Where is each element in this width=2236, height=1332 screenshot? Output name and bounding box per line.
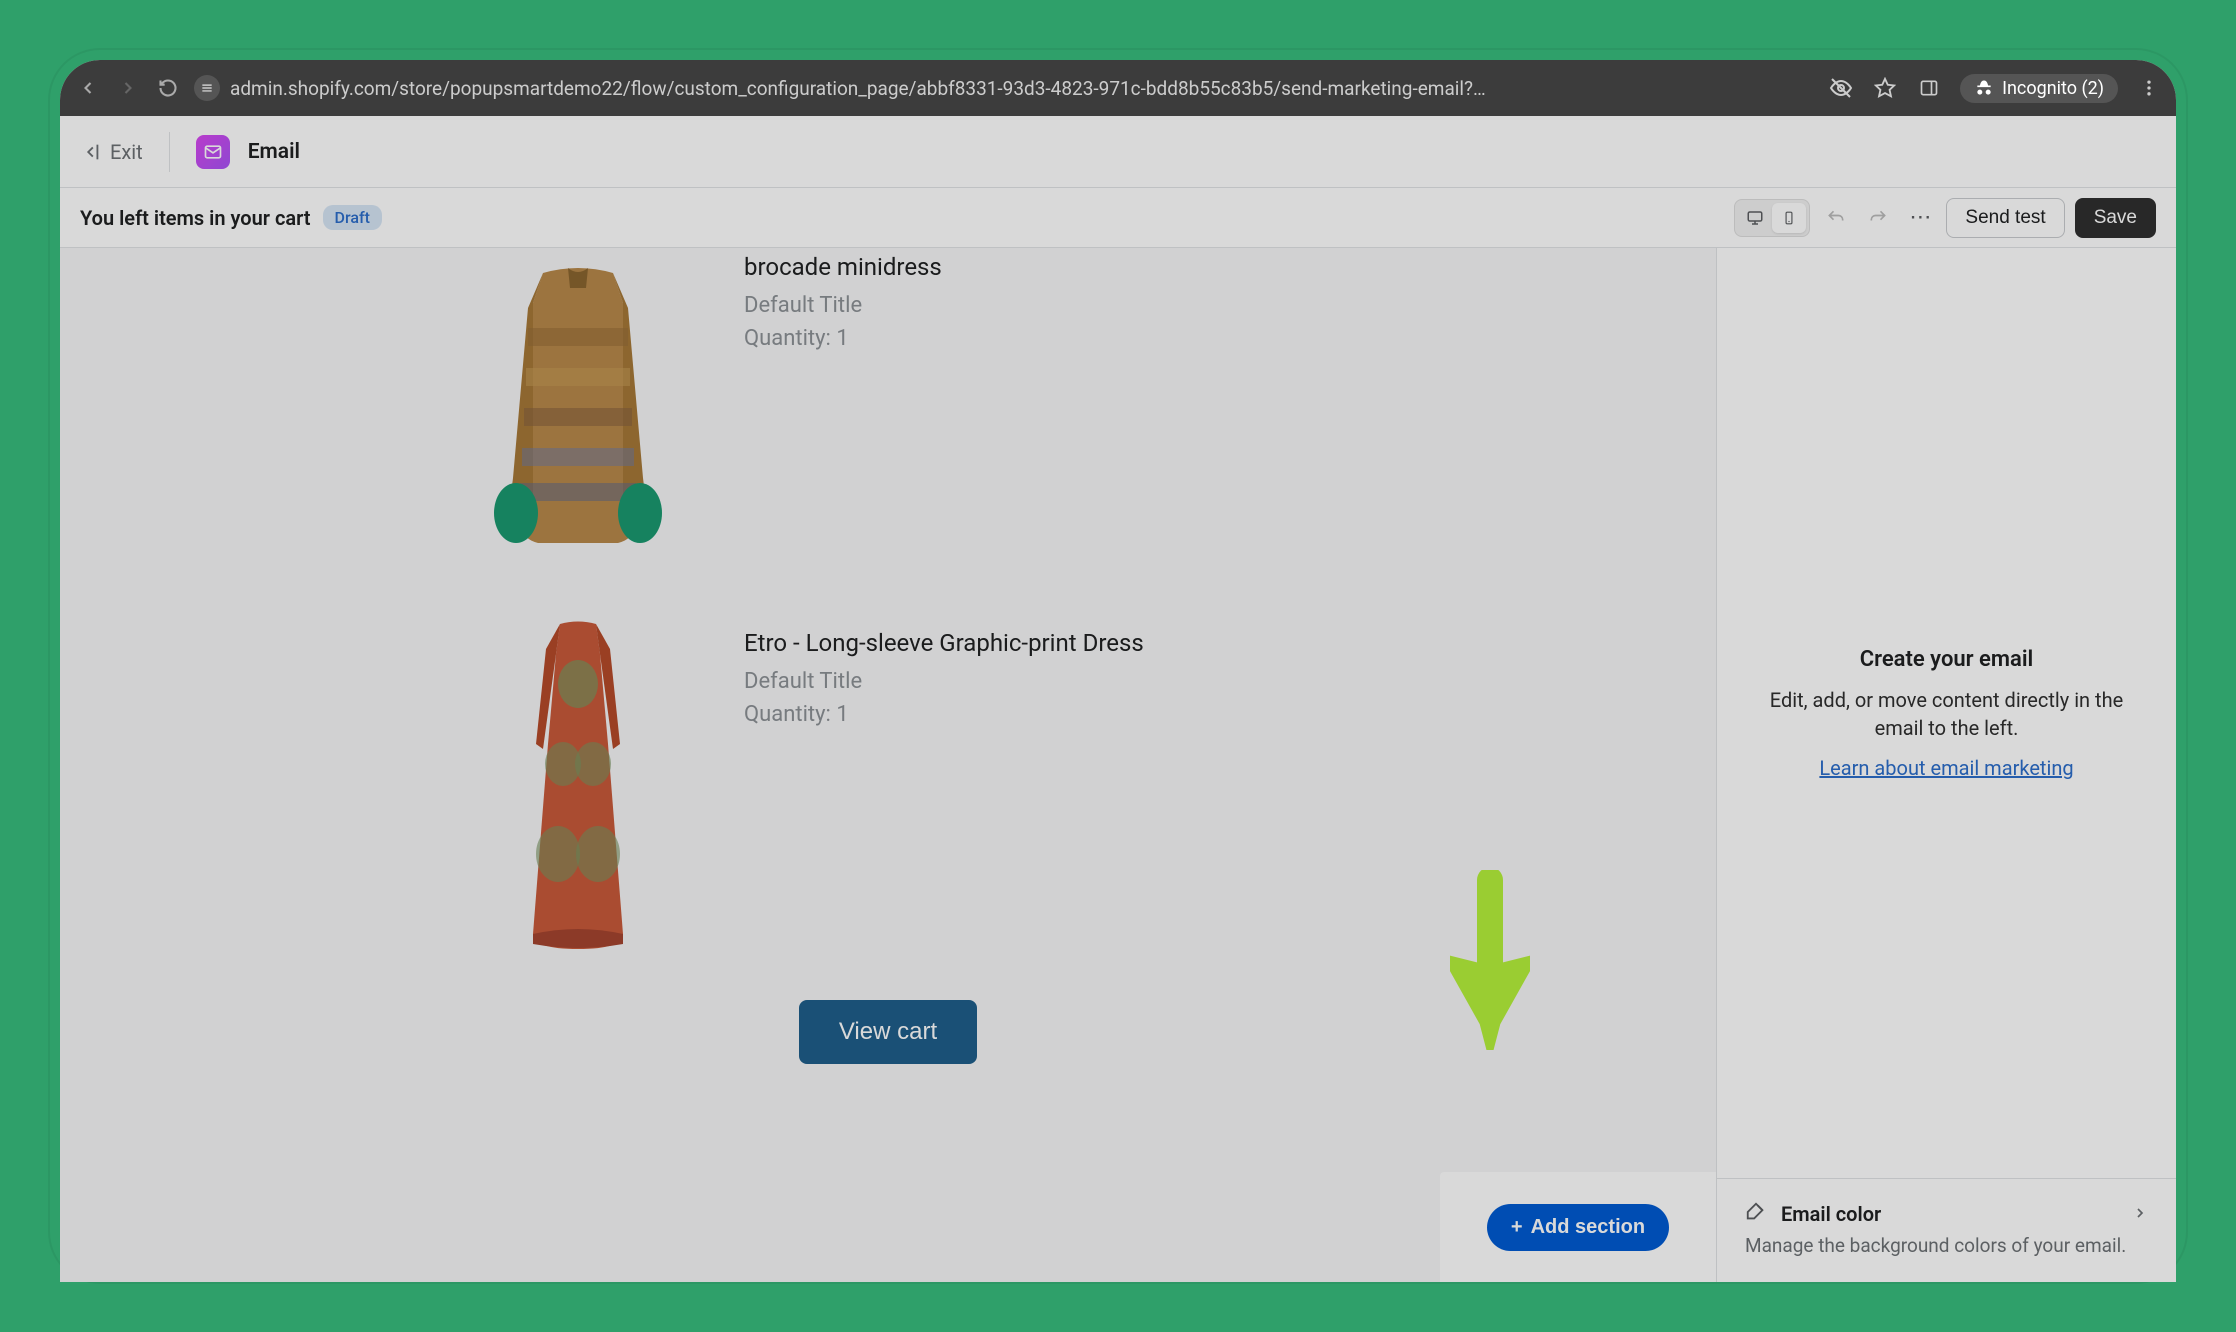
status-badge: Draft <box>323 205 382 230</box>
eye-off-icon[interactable] <box>1828 75 1854 101</box>
forward-button[interactable] <box>114 74 142 102</box>
add-section-label: Add section <box>1531 1216 1645 1239</box>
product-quantity: Quantity: 1 <box>744 698 1328 731</box>
undo-button[interactable] <box>1820 202 1852 234</box>
add-section-panel: + Add section <box>1440 1172 1716 1282</box>
product-row: brocade minidress Default Title Quantity… <box>448 248 1328 568</box>
footer-row: Email color <box>1745 1201 2148 1227</box>
side-panel: Create your email Edit, add, or move con… <box>1716 248 2176 1282</box>
product-info: Etro - Long-sleeve Graphic-print Dress D… <box>744 624 1328 731</box>
toolbar-right: Incognito (2) <box>1828 74 2162 103</box>
browser-window: admin.shopify.com/store/popupsmartdemo22… <box>60 60 2176 1282</box>
chevron-right-icon <box>2132 1202 2148 1226</box>
app-title: Email <box>248 140 300 164</box>
mobile-view-button[interactable] <box>1772 203 1806 233</box>
star-icon[interactable] <box>1872 75 1898 101</box>
send-test-button[interactable]: Send test <box>1946 198 2064 238</box>
minidress-image <box>458 258 698 558</box>
redo-button[interactable] <box>1862 202 1894 234</box>
site-info-icon[interactable] <box>194 75 220 101</box>
email-canvas[interactable]: brocade minidress Default Title Quantity… <box>60 248 1716 1282</box>
exit-button[interactable]: Exit <box>80 140 143 164</box>
back-button[interactable] <box>74 74 102 102</box>
plus-icon: + <box>1511 1216 1523 1239</box>
save-button[interactable]: Save <box>2075 198 2156 238</box>
app-header: Exit Email <box>60 116 2176 188</box>
product-variant: Default Title <box>744 289 1328 322</box>
url-bar[interactable]: admin.shopify.com/store/popupsmartdemo22… <box>194 75 1816 101</box>
canvas-inner: brocade minidress Default Title Quantity… <box>448 248 1328 1064</box>
side-panel-main: Create your email Edit, add, or move con… <box>1717 248 2176 1178</box>
product-quantity: Quantity: 1 <box>744 322 1328 355</box>
content-area: brocade minidress Default Title Quantity… <box>60 248 2176 1282</box>
paint-icon <box>1745 1201 1767 1227</box>
kebab-menu-icon[interactable] <box>2136 75 2162 101</box>
sub-header-right: ⋯ Send test Save <box>1734 198 2156 238</box>
footer-title: Email color <box>1781 1202 1881 1226</box>
sub-header: You left items in your cart Draft <box>60 188 2176 248</box>
incognito-pill[interactable]: Incognito (2) <box>1960 74 2118 103</box>
product-info: brocade minidress Default Title Quantity… <box>744 248 1328 355</box>
page-title: You left items in your cart <box>80 206 311 230</box>
long-dress-image <box>498 614 658 954</box>
incognito-label: Incognito (2) <box>2002 78 2104 99</box>
browser-toolbar: admin.shopify.com/store/popupsmartdemo22… <box>60 60 2176 116</box>
footer-left: Email color <box>1745 1201 1881 1227</box>
side-panel-desc: Edit, add, or move content directly in t… <box>1757 686 2136 742</box>
desktop-view-button[interactable] <box>1738 203 1772 233</box>
arrow-annotation <box>1450 870 1530 1050</box>
sub-header-left: You left items in your cart Draft <box>80 205 382 230</box>
learn-link[interactable]: Learn about email marketing <box>1819 756 2073 780</box>
footer-desc: Manage the background colors of your ema… <box>1745 1233 2148 1260</box>
panel-icon[interactable] <box>1916 75 1942 101</box>
device-toggle <box>1734 199 1810 237</box>
side-panel-footer[interactable]: Email color Manage the background colors… <box>1717 1178 2176 1282</box>
url-text: admin.shopify.com/store/popupsmartdemo22… <box>230 77 1486 100</box>
product-image <box>448 248 708 568</box>
add-section-button[interactable]: + Add section <box>1487 1204 1669 1251</box>
product-row: Etro - Long-sleeve Graphic-print Dress D… <box>448 624 1328 944</box>
reload-button[interactable] <box>154 74 182 102</box>
email-app-icon <box>196 135 230 169</box>
app-viewport: Exit Email You left items in your cart D… <box>60 116 2176 1282</box>
side-panel-title: Create your email <box>1860 647 2034 672</box>
product-title: brocade minidress <box>744 252 1328 283</box>
product-image <box>448 624 708 944</box>
exit-label: Exit <box>110 140 143 164</box>
more-menu-button[interactable]: ⋯ <box>1904 202 1936 234</box>
product-title: Etro - Long-sleeve Graphic-print Dress <box>744 628 1328 659</box>
product-variant: Default Title <box>744 665 1328 698</box>
view-cart-button[interactable]: View cart <box>799 1000 977 1064</box>
divider <box>169 132 170 172</box>
